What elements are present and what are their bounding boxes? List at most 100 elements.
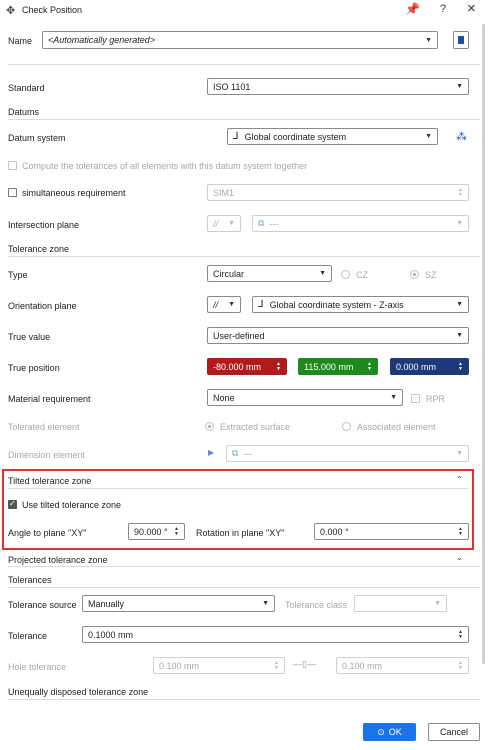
pin-icon[interactable]: 📌 (405, 2, 420, 16)
hole-tolerance-value: 0.100 mm (159, 660, 200, 671)
rotation-value: 0.000 ° (320, 526, 349, 537)
standard-value: ISO 1101 (213, 81, 251, 92)
true-position-z[interactable]: 0.000 mm ▲ ▼ (390, 358, 469, 375)
compute-all-label: Compute the tolerances of all elements w… (22, 161, 308, 171)
chevron-down-icon: ▼ (425, 36, 432, 44)
tolerance-source-select[interactable]: Manually ▼ (82, 595, 275, 612)
tolerance-source-label: Tolerance source (8, 600, 77, 610)
spinner-icon: ▲ ▼ (274, 659, 279, 671)
type-select[interactable]: Circular ▼ (207, 265, 332, 282)
true-position-label: True position (8, 363, 60, 373)
divider (8, 699, 480, 700)
true-position-x[interactable]: -80.000 mm ▲ ▼ (207, 358, 287, 375)
cz-label: CZ (356, 270, 368, 280)
chevron-down-icon: ▼ (319, 270, 326, 277)
chevron-down-icon: ▼ (456, 83, 463, 90)
true-position-y[interactable]: 115.000 mm ▲ ▼ (298, 358, 378, 375)
standard-label: Standard (8, 83, 45, 93)
material-requirement-value: None (213, 392, 235, 403)
datum-system-select[interactable]: ⅃ Global coordinate system ▼ (227, 128, 438, 145)
angle-field[interactable]: 90.000 ° ▲ ▼ (128, 523, 185, 540)
element-icon: ⧉ (232, 448, 239, 458)
tolerance-zone-heading: Tolerance zone (8, 244, 70, 254)
true-position-y-value: 115.000 mm (304, 361, 354, 372)
tolerance-field[interactable]: 0.1000 mm ▲ ▼ (82, 626, 469, 643)
material-requirement-select[interactable]: None ▼ (207, 389, 403, 406)
chevron-up-icon[interactable]: ⌃ (456, 475, 463, 484)
orientation-plane-label: Orientation plane (8, 301, 77, 311)
sz-radio[interactable] (410, 270, 419, 279)
extracted-surface-radio[interactable] (205, 422, 214, 431)
scrollbar-track[interactable] (480, 22, 486, 712)
angle-value: 90.000 ° (134, 526, 168, 537)
tolerance-label: Tolerance (8, 631, 48, 641)
intersection-plane-value: --- (269, 218, 279, 229)
tilted-zone-heading: Tilted tolerance zone (8, 476, 92, 486)
tolerance-class-label: Tolerance class (285, 600, 348, 610)
help-button[interactable]: ? (440, 3, 446, 15)
true-position-x-value: -80.000 mm (213, 361, 262, 372)
spinner-icon: ▲ ▼ (367, 360, 372, 372)
close-button[interactable]: × (467, 0, 476, 17)
datum-system-label: Datum system (8, 133, 66, 143)
unequal-zone-heading: Unequally disposed tolerance zone (8, 687, 149, 697)
cancel-button[interactable]: Cancel (428, 723, 480, 741)
move-icon: ✥ (6, 5, 16, 17)
parallel-symbol: // (213, 299, 219, 310)
spinner-icon: ▲ ▼ (458, 186, 463, 198)
toleranced-element-label: Tolerated element (8, 422, 80, 432)
chevron-down-icon[interactable]: ⌄ (456, 553, 463, 562)
extracted-surface-label: Extracted surface (220, 422, 291, 432)
element-icon: ⧉ (258, 218, 265, 228)
true-value-select[interactable]: User-defined ▼ (207, 327, 469, 344)
tolerance-class-select[interactable]: ▼ (354, 595, 447, 612)
shaft-tolerance-value: 0.100 mm (342, 660, 383, 671)
window-title: Check Position (22, 5, 83, 15)
true-value-label: True value (8, 332, 51, 342)
material-requirement-label: Material requirement (8, 394, 91, 404)
projected-zone-heading: Projected tolerance zone (8, 555, 108, 565)
link-icon[interactable]: —▯— (293, 659, 316, 670)
ok-label: OK (388, 727, 402, 737)
rotation-label: Rotation in plane "XY" (196, 528, 285, 538)
simultaneous-field[interactable]: SIM1 ▲ ▼ (207, 184, 469, 201)
scrollbar-thumb[interactable] (482, 24, 485, 664)
shaft-tolerance-field[interactable]: 0.100 mm ▲ ▼ (336, 657, 469, 674)
compute-all-checkbox[interactable] (8, 161, 17, 170)
orientation-plane-select[interactable]: ⅃ Global coordinate system - Z-axis ▼ (252, 296, 469, 313)
intersection-plane-select[interactable]: ⧉ --- ▼ (252, 215, 469, 232)
panel-icon (458, 36, 464, 44)
datums-heading: Datums (8, 107, 40, 117)
coordinate-system-icon: ⅃ (233, 131, 239, 142)
chevron-down-icon: ▼ (456, 332, 463, 339)
name-detail-button[interactable] (453, 31, 469, 49)
simultaneous-checkbox[interactable] (8, 188, 17, 197)
check-circle-icon: ⊙ (377, 726, 385, 737)
rotation-field[interactable]: 0.000 ° ▲ ▼ (314, 523, 469, 540)
cz-radio[interactable] (341, 270, 350, 279)
use-tilted-checkbox[interactable] (8, 499, 17, 509)
rpr-checkbox[interactable] (411, 394, 420, 403)
name-select[interactable]: <Automatically generated> ▼ (42, 31, 438, 49)
hole-tolerance-field[interactable]: 0.100 mm ▲ ▼ (153, 657, 285, 674)
associated-element-label: Associated element (357, 422, 436, 432)
tolerances-heading: Tolerances (8, 575, 52, 585)
associated-element-radio[interactable] (342, 422, 351, 431)
dimension-element-select[interactable]: ⧉ --- ▼ (226, 445, 469, 462)
intersection-symbol-select[interactable]: // ▼ (207, 215, 241, 232)
chevron-down-icon: ▼ (456, 450, 463, 457)
divider (8, 119, 480, 120)
datum-tree-icon[interactable]: ⁂ (456, 130, 467, 143)
chevron-down-icon: ▼ (228, 301, 235, 308)
chevron-down-icon: ▼ (390, 394, 397, 401)
orientation-plane-value: Global coordinate system - Z-axis (269, 299, 404, 310)
use-tilted-label: Use tilted tolerance zone (22, 500, 122, 510)
chevron-down-icon: ▼ (228, 220, 235, 227)
standard-select[interactable]: ISO 1101 ▼ (207, 78, 469, 95)
play-icon[interactable]: ▶ (208, 448, 214, 457)
true-value-value: User-defined (213, 330, 265, 341)
type-value: Circular (213, 268, 245, 279)
spinner-icon: ▲ ▼ (174, 525, 179, 537)
orientation-symbol-select[interactable]: // ▼ (207, 296, 241, 313)
ok-button[interactable]: ⊙ OK (363, 723, 416, 741)
